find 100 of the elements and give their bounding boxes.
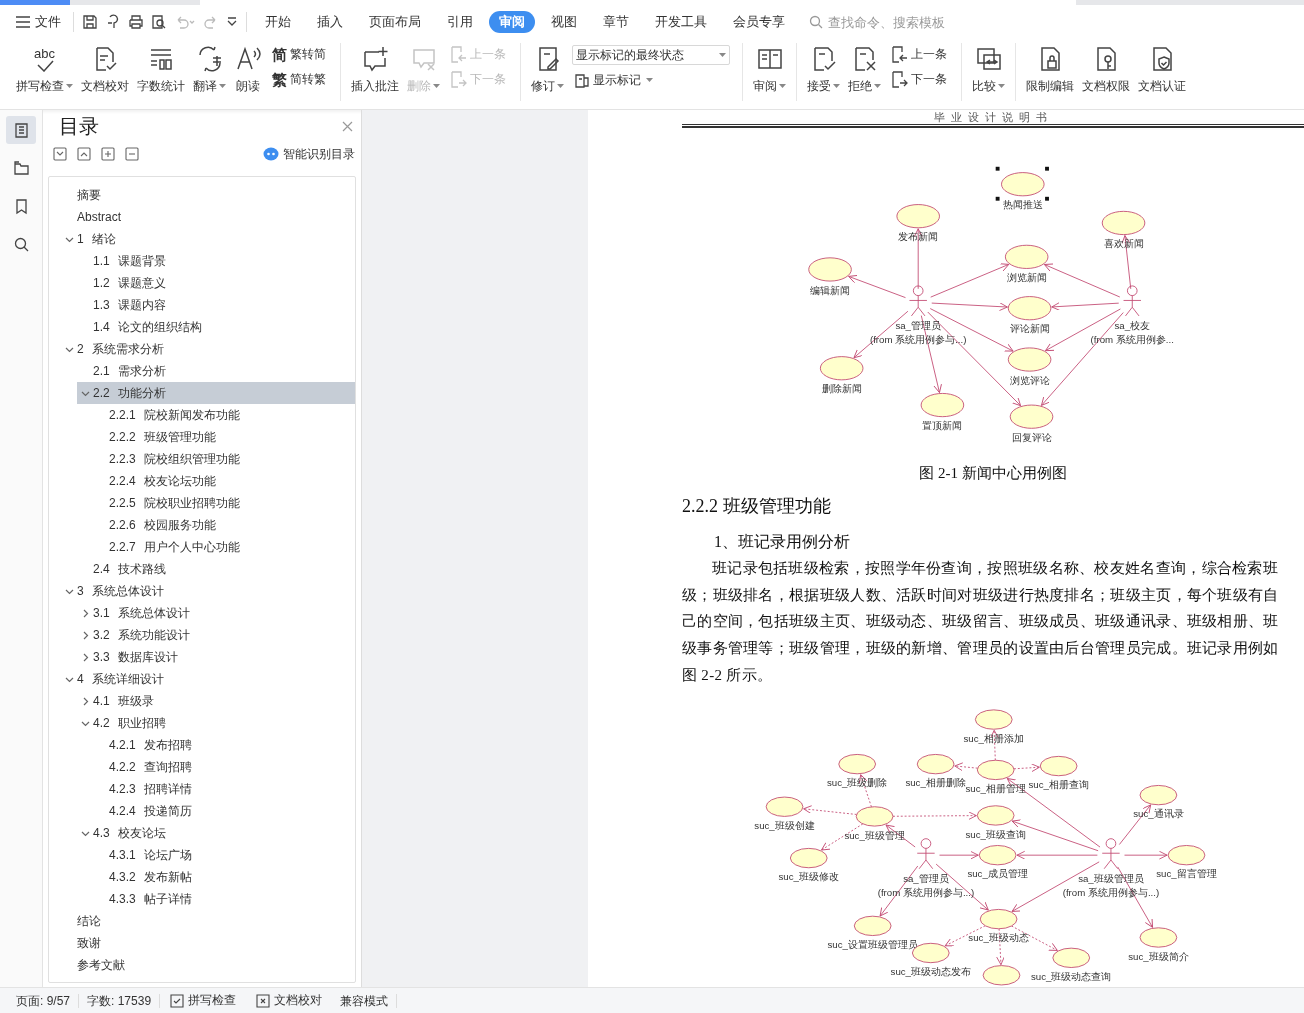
toc-item[interactable]: 2.2.3 院校组织管理功能 (93, 448, 355, 470)
collapse-all-icon[interactable] (53, 147, 67, 161)
toc-item[interactable]: 1.3 课题内容 (77, 294, 355, 316)
toc-item[interactable]: 4.1 班级录 (77, 690, 355, 712)
toc-item[interactable]: 4.3.3 帖子详情 (93, 888, 355, 910)
toc-item[interactable]: 2.1 需求分析 (77, 360, 355, 382)
toc-item[interactable]: 4.3.2 发布新帖 (93, 866, 355, 888)
ribbon-button[interactable]: 比较 (968, 43, 1009, 95)
use-case-ellipse (1167, 845, 1206, 866)
toc-item[interactable]: 3 系统总体设计 (61, 580, 355, 602)
ribbon-button[interactable]: 拒绝 (844, 43, 885, 95)
ribbon-button[interactable]: 翻译 (189, 43, 230, 95)
ribbon-tab[interactable]: 会员专享 (723, 11, 795, 33)
use-case-label: suc_班级修改 (778, 871, 839, 883)
next-arrow-icon (891, 71, 908, 88)
use-case-label: suc_班级简介 (1128, 950, 1189, 962)
toc-item[interactable]: 4.3 校友论坛 (77, 822, 355, 844)
ribbon-button[interactable]: 接受 (803, 43, 844, 95)
toc-item[interactable]: 4.2.4 投递简历 (93, 800, 355, 822)
ribbon-small-button[interactable]: 繁 简转繁 (270, 70, 328, 89)
toc-item[interactable]: 4.2 职业招聘 (77, 712, 355, 734)
smart-toc-button[interactable]: 智能识别目录 (263, 145, 355, 163)
toc-item[interactable]: 1 绪论 (61, 228, 355, 250)
use-case-label: suc_班级删除 (826, 777, 888, 789)
use-case-ellipse (976, 759, 1015, 781)
ribbon-small-button[interactable]: 简 繁转简 (270, 45, 328, 64)
ribbon-button[interactable]: 文档认证 (1134, 43, 1190, 95)
toc-item[interactable]: 结论 (61, 910, 355, 932)
show-markup-button[interactable]: 显示标记 (572, 71, 730, 90)
toc-item[interactable]: 参考文献 (61, 954, 355, 976)
format-painter-icon[interactable] (105, 14, 121, 30)
actor-source-note: (from 系统用例参与...) (877, 886, 975, 898)
outline-icon[interactable] (6, 116, 36, 144)
toc-item[interactable]: 2.2.2 班级管理功能 (93, 426, 355, 448)
ribbon-button[interactable]: abc 拼写检查 (12, 43, 77, 95)
toc-item[interactable]: 1.1 课题背景 (77, 250, 355, 272)
save-icon[interactable] (82, 14, 98, 30)
ribbon-button[interactable]: 审阅 (749, 43, 790, 95)
add-level-icon[interactable] (101, 147, 115, 161)
toc-item[interactable]: 2.2.7 用户个人中心功能 (93, 536, 355, 558)
proofread-button[interactable]: 文档校对 (246, 992, 333, 1009)
toc-item[interactable]: 4.3.1 论坛广场 (93, 844, 355, 866)
toc-item[interactable]: 4.2.2 查询招聘 (93, 756, 355, 778)
ribbon-tab[interactable]: 插入 (307, 11, 353, 33)
ribbon-button[interactable]: 限制编辑 (1022, 43, 1078, 95)
customize-caret-icon[interactable] (226, 16, 238, 28)
ribbon-tab[interactable]: 章节 (593, 11, 639, 33)
toc-item[interactable]: 1.2 课题意义 (77, 272, 355, 294)
toc-item[interactable]: 2.2.5 院校职业招聘功能 (93, 492, 355, 514)
toc-item[interactable]: 摘要 (61, 184, 355, 206)
ribbon-button[interactable]: 朗读 (230, 43, 266, 95)
ribbon-button[interactable]: 文档校对 (77, 43, 133, 95)
ribbon-tab[interactable]: 页面布局 (359, 11, 431, 33)
print-preview-icon[interactable] (151, 14, 167, 30)
ribbon-button[interactable]: 插入批注 (347, 43, 403, 95)
toc-item[interactable]: 3.1 系统总体设计 (77, 602, 355, 624)
file-menu[interactable]: 文件 (12, 10, 65, 34)
use-case-label: 编辑新闻 (810, 284, 851, 296)
toc-item[interactable]: 3.2 系统功能设计 (77, 624, 355, 646)
use-case-label: suc_通讯录 (1133, 808, 1184, 820)
ribbon-small-button[interactable]: 下一条 (889, 70, 949, 89)
ribbon-tab[interactable]: 引用 (437, 11, 483, 33)
use-case-label: suc_相册添加 (963, 732, 1024, 744)
close-icon[interactable] (342, 120, 353, 132)
toc-item[interactable]: 2.2.4 校友论坛功能 (93, 470, 355, 492)
toc-item[interactable]: 4.2.1 发布招聘 (93, 734, 355, 756)
ribbon-small-button[interactable]: 上一条 (889, 45, 949, 64)
use-case-label: 删除新闻 (821, 383, 862, 395)
comment-add-icon (361, 45, 389, 73)
use-case-ellipse (855, 806, 894, 827)
print-icon[interactable] (128, 14, 144, 30)
markup-dropdown[interactable]: 显示标记的最终状态 (572, 45, 730, 65)
toc-item[interactable]: 2.2 功能分析 (77, 382, 355, 404)
body-text-line: 级事务管理等；班级管理，班级的新增、管理员的设置由后台管理员完成。班记录用例如 (682, 638, 1280, 658)
toc-item[interactable]: 2 系统需求分析 (61, 338, 355, 360)
use-case-label: 喜欢新闻 (1103, 237, 1144, 249)
compatibility-mode: 兼容模式 (332, 993, 398, 1008)
ribbon-tab[interactable]: 视图 (541, 11, 587, 33)
toc-item[interactable]: 致谢 (61, 932, 355, 954)
toc-item[interactable]: 3.3 数据库设计 (77, 646, 355, 668)
spell-check-button[interactable]: 拼写检查 (160, 992, 247, 1009)
toc-item[interactable]: 4.2.3 招聘详情 (93, 778, 355, 800)
body-text-line: 班记录包括班级检索，按照学年份查询，按照班级名称、校友姓名查询，综合检索班 (711, 559, 1280, 579)
ribbon-tab[interactable]: 开发工具 (645, 11, 717, 33)
ribbon-button[interactable]: 修订 (527, 43, 568, 95)
toc-item[interactable]: 4 系统详细设计 (61, 668, 355, 690)
toc-item[interactable]: 2.2.6 校园服务功能 (93, 514, 355, 536)
use-case-label: suc_班级查询 (965, 828, 1026, 840)
toc-item[interactable]: 2.4 技术路线 (77, 558, 355, 580)
toc-item[interactable]: 1.4 论文的组织结构 (77, 316, 355, 338)
search-field[interactable]: 查找命令、搜索模板 (826, 13, 960, 31)
ribbon-button[interactable]: 字数统计 (133, 43, 189, 95)
actor-figure (1123, 285, 1142, 316)
ribbon-tab[interactable]: 开始 (255, 11, 301, 33)
use-case-ellipse (789, 848, 828, 869)
markup-icon (574, 72, 590, 89)
toc-item[interactable]: Abstract (61, 206, 355, 228)
expand-all-icon[interactable] (77, 147, 91, 161)
ribbon-button[interactable]: 文档权限 (1078, 43, 1134, 95)
toc-item[interactable]: 2.2.1 院校新闻发布功能 (93, 404, 355, 426)
